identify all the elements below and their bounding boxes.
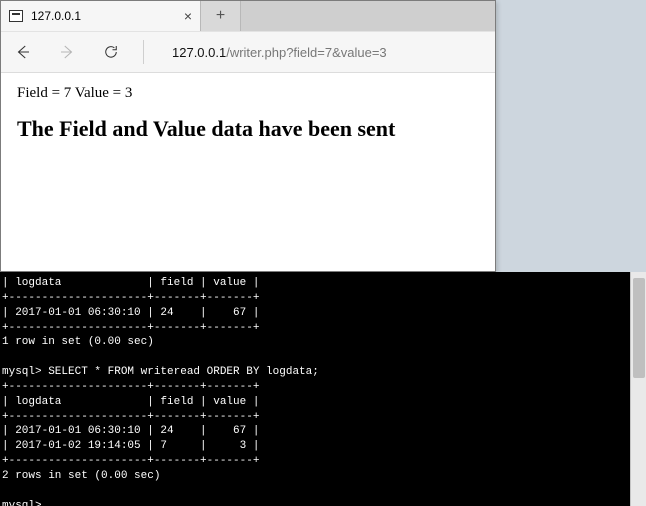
browser-window: 127.0.0.1 × + 127.0.0.1/writer.php?field… xyxy=(0,0,496,272)
refresh-icon xyxy=(102,43,120,61)
new-tab-button[interactable]: + xyxy=(201,1,241,31)
arrow-left-icon xyxy=(14,43,32,61)
browser-tab[interactable]: 127.0.0.1 × xyxy=(1,1,201,31)
tab-title: 127.0.0.1 xyxy=(31,9,176,23)
address-host: 127.0.0.1 xyxy=(172,45,226,60)
forward-button[interactable] xyxy=(55,40,79,64)
browser-toolbar: 127.0.0.1/writer.php?field=7&value=3 xyxy=(1,31,495,73)
terminal-output[interactable]: | logdata | field | value | +-----------… xyxy=(0,272,646,506)
back-button[interactable] xyxy=(11,40,35,64)
refresh-button[interactable] xyxy=(99,40,123,64)
tab-bar: 127.0.0.1 × + xyxy=(1,1,495,31)
page-content: Field = 7 Value = 3 The Field and Value … xyxy=(1,73,495,271)
terminal-scrollbar[interactable] xyxy=(630,272,646,506)
toolbar-separator xyxy=(143,40,144,64)
close-icon[interactable]: × xyxy=(184,9,192,23)
arrow-right-icon xyxy=(58,43,76,61)
scrollbar-thumb[interactable] xyxy=(633,278,645,378)
field-value-text: Field = 7 Value = 3 xyxy=(17,85,479,102)
page-icon xyxy=(9,10,23,22)
plus-icon: + xyxy=(216,7,225,25)
address-path: /writer.php?field=7&value=3 xyxy=(226,45,386,60)
address-bar[interactable]: 127.0.0.1/writer.php?field=7&value=3 xyxy=(164,45,485,60)
page-headline: The Field and Value data have been sent xyxy=(17,116,479,142)
